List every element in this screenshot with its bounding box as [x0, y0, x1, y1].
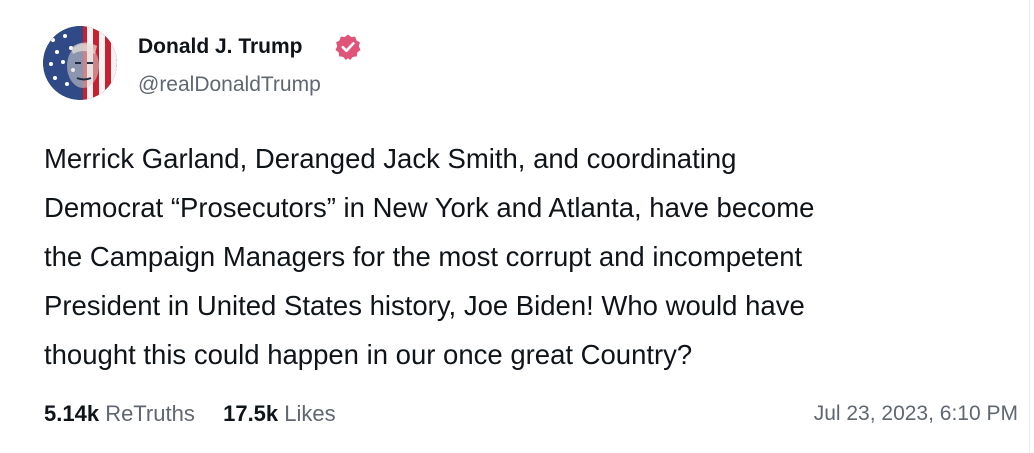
- post-text-line: President in United States history, Joe …: [44, 290, 805, 321]
- post-text-line: thought this could happen in our once gr…: [44, 339, 693, 370]
- retruths-label: ReTruths: [105, 401, 195, 426]
- card-border: [1029, 0, 1030, 453]
- post-card: Donald J. Trump @realDonaldTrump Merrick…: [0, 0, 1034, 453]
- display-name[interactable]: Donald J. Trump: [138, 33, 303, 61]
- likes-count: 17.5k: [223, 401, 279, 426]
- retruths-stat[interactable]: 5.14k ReTruths: [44, 401, 201, 426]
- post-text-line: the Campaign Managers for the most corru…: [44, 241, 803, 272]
- avatar[interactable]: [43, 26, 117, 100]
- verified-badge-icon: [335, 34, 361, 60]
- likes-label: Likes: [284, 401, 336, 426]
- retruths-count: 5.14k: [44, 401, 100, 426]
- profile-avatar-icon: [43, 26, 117, 100]
- post-text-line: Democrat “Prosecutors” in New York and A…: [44, 192, 815, 223]
- post-text-line: Merrick Garland, Deranged Jack Smith, an…: [44, 143, 737, 174]
- post-text: Merrick Garland, Deranged Jack Smith, an…: [44, 134, 1004, 379]
- likes-stat[interactable]: 17.5k Likes: [223, 401, 336, 426]
- user-handle[interactable]: @realDonaldTrump: [138, 71, 321, 99]
- post-timestamp[interactable]: Jul 23, 2023, 6:10 PM: [814, 398, 1018, 430]
- post-stats: 5.14k ReTruths 17.5k Likes: [44, 398, 336, 430]
